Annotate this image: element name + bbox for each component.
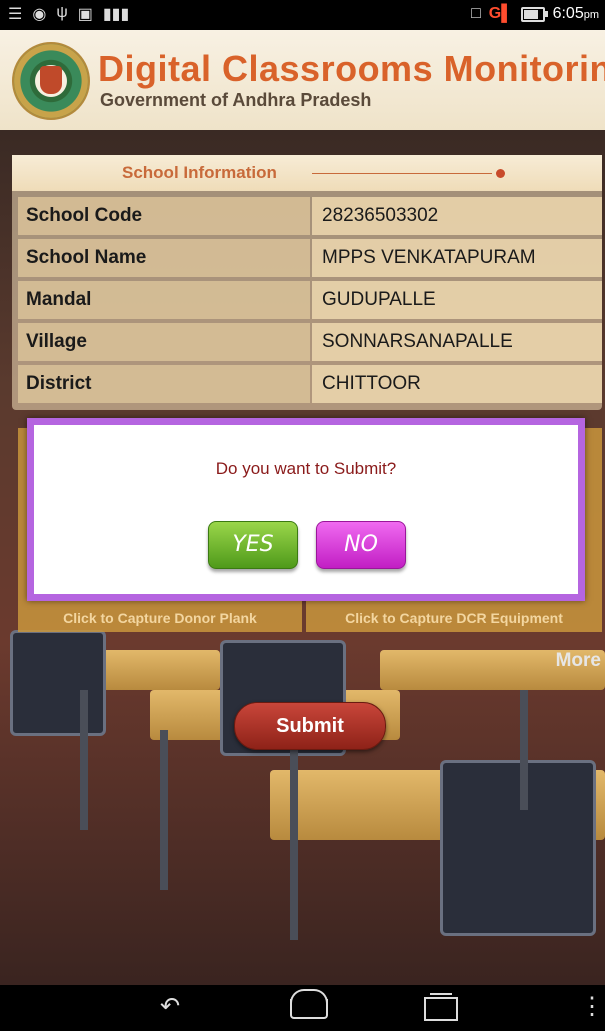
clipboard-icon: ▣ xyxy=(77,6,93,23)
usb-icon: ψ xyxy=(56,4,68,21)
vibrate-icon: □ xyxy=(471,5,481,22)
school-info-header: School Information xyxy=(12,155,602,191)
no-button[interactable]: NO xyxy=(316,521,406,569)
status-left-icons: ☰ ◉ ψ ▣ ▮▮▮ xyxy=(8,4,129,24)
info-row-district: District CHITTOOR xyxy=(18,365,602,405)
capture-dcr-equipment-label: Click to Capture DCR Equipment xyxy=(345,610,563,626)
battery-icon xyxy=(520,6,548,22)
home-icon[interactable] xyxy=(290,989,328,1019)
info-row-school-name: School Name MPPS VENKATAPURAM xyxy=(18,239,602,279)
confirm-submit-dialog: Do you want to Submit? YES NO xyxy=(27,418,585,601)
status-right-icons: □ G▌ 6:05pm xyxy=(471,5,599,23)
info-value: 28236503302 xyxy=(312,197,602,235)
info-row-village: Village SONNARSANAPALLE xyxy=(18,323,602,363)
info-value: MPPS VENKATAPURAM xyxy=(312,239,602,277)
yes-button[interactable]: YES xyxy=(208,521,298,569)
notification-icon: ☰ xyxy=(8,6,23,23)
heading-divider xyxy=(312,173,492,174)
menu-icon[interactable]: ⋮ xyxy=(580,995,604,1019)
app-title: Digital Classrooms Monitoring xyxy=(98,48,605,89)
info-label: School Code xyxy=(18,197,310,235)
school-info-heading: School Information xyxy=(122,163,277,182)
browser-icon: ◉ xyxy=(32,6,47,23)
submit-button[interactable]: Submit xyxy=(234,702,386,750)
info-row-mandal: Mandal GUDUPALLE xyxy=(18,281,602,321)
info-label: School Name xyxy=(18,239,310,277)
dialog-message: Do you want to Submit? xyxy=(215,459,397,478)
signal-icon: G▌ xyxy=(488,5,513,22)
info-label: District xyxy=(18,365,310,403)
info-label: Village xyxy=(18,323,310,361)
info-value: GUDUPALLE xyxy=(312,281,602,319)
status-bar: ☰ ◉ ψ ▣ ▮▮▮ □ G▌ 6:05pm xyxy=(0,0,605,30)
capture-donor-plank-label: Click to Capture Donor Plank xyxy=(63,610,257,626)
school-info-panel: School Information School Code 282365033… xyxy=(12,155,602,410)
andhra-pradesh-emblem-icon xyxy=(12,42,90,120)
heading-dot-icon xyxy=(496,169,505,178)
navigation-bar: ↶ ⋮ xyxy=(0,985,605,1031)
more-link[interactable]: More xyxy=(556,650,601,672)
info-label: Mandal xyxy=(18,281,310,319)
info-value: CHITTOOR xyxy=(312,365,602,403)
app-header: Digital Classrooms Monitoring Government… xyxy=(0,30,605,130)
app-subtitle: Government of Andhra Pradesh xyxy=(100,90,372,110)
info-row-school-code: School Code 28236503302 xyxy=(18,197,602,237)
clock: 6:05pm xyxy=(552,5,599,22)
recents-icon[interactable] xyxy=(424,993,458,1021)
info-value: SONNARSANAPALLE xyxy=(312,323,602,361)
barcode-icon: ▮▮▮ xyxy=(102,6,130,23)
back-icon[interactable]: ↶ xyxy=(160,995,180,1019)
